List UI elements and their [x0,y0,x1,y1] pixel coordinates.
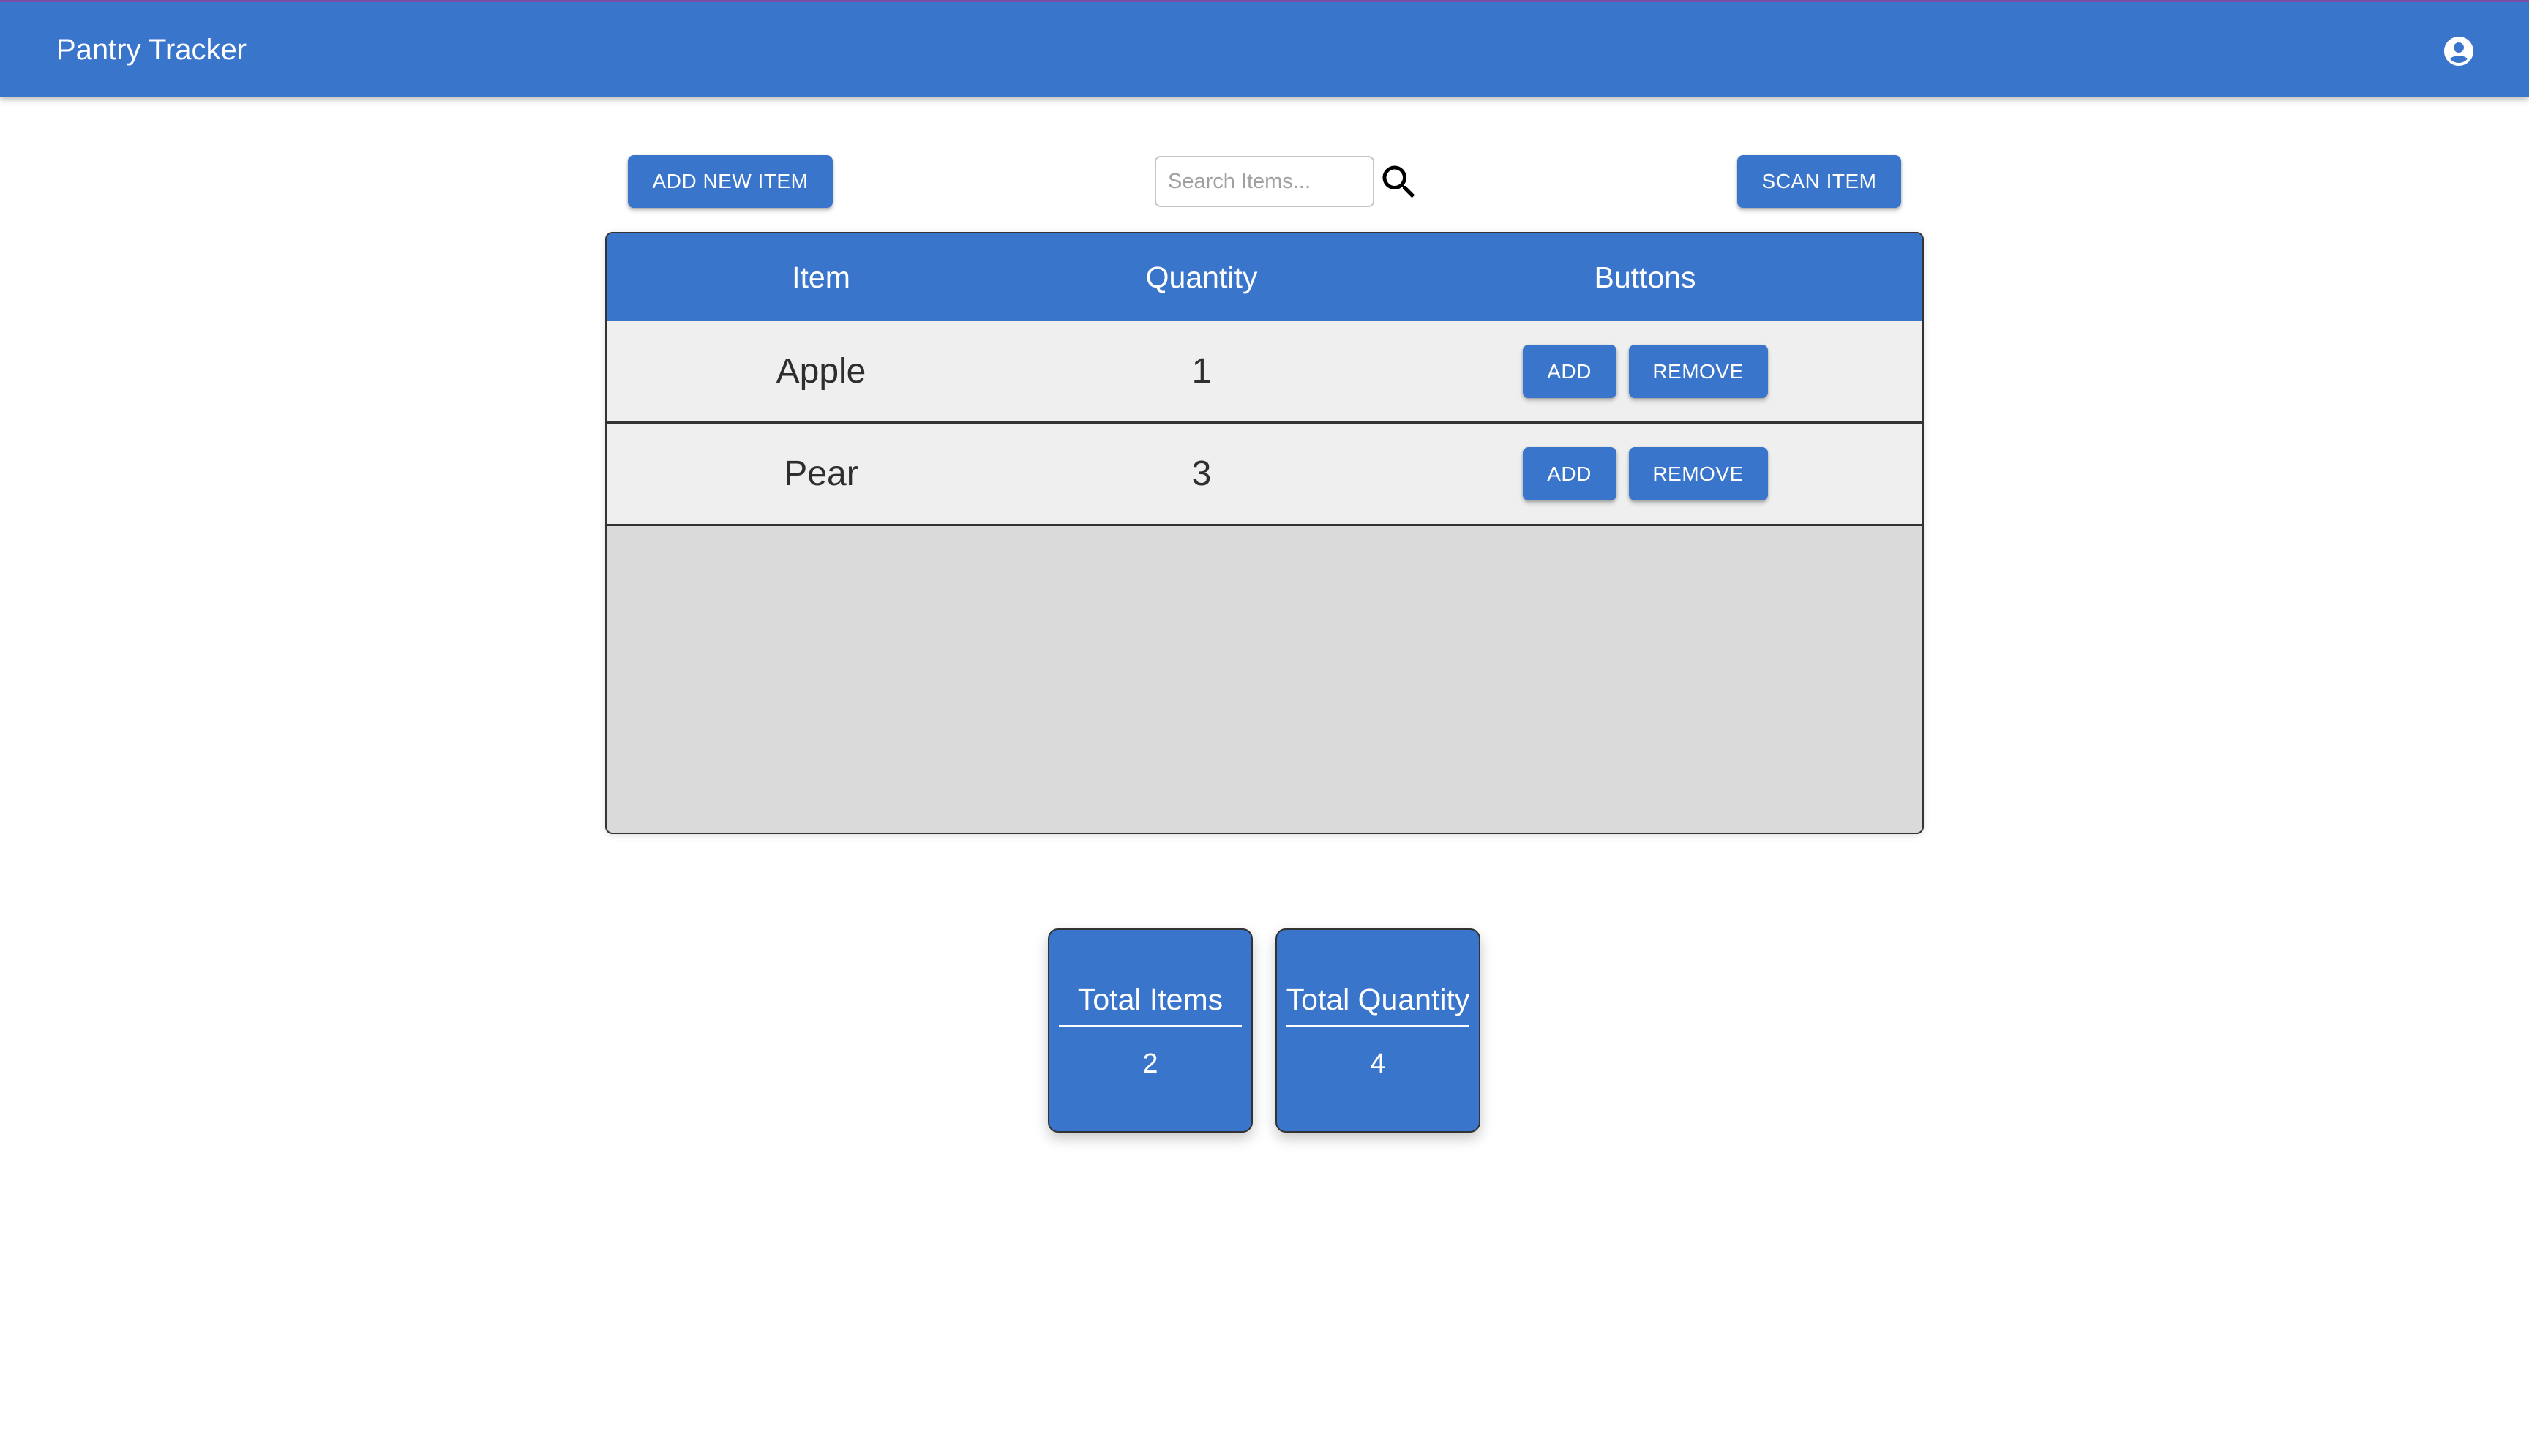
column-header-item: Item [792,260,850,294]
inventory-table: Item Quantity Buttons Apple 1 ADD REMOVE… [605,232,1924,834]
table-body: Apple 1 ADD REMOVE Pear 3 ADD REMOVE [607,321,1922,526]
total-items-value: 2 [1142,1048,1158,1079]
item-name: Apple [776,352,866,391]
column-header-quantity: Quantity [1145,260,1258,294]
row-actions: ADD REMOVE [1368,424,1922,524]
remove-quantity-button[interactable]: REMOVE [1628,447,1768,500]
search-icon [1382,165,1415,198]
card-divider [1059,1025,1242,1027]
column-header-buttons: Buttons [1594,260,1696,294]
account-button[interactable] [2440,32,2478,70]
table-row: Pear 3 ADD REMOVE [607,424,1922,526]
search-input[interactable] [1155,156,1374,207]
add-quantity-button[interactable]: ADD [1522,447,1616,500]
remove-quantity-button[interactable]: REMOVE [1628,345,1768,398]
app-title: Pantry Tracker [56,34,247,66]
search-button[interactable] [1377,160,1421,204]
total-items-card: Total Items 2 [1048,928,1253,1133]
row-actions: ADD REMOVE [1368,321,1922,421]
add-quantity-button[interactable]: ADD [1522,345,1616,398]
total-quantity-value: 4 [1370,1048,1386,1079]
total-items-label: Total Items [1077,983,1224,1016]
item-name: Pear [784,454,858,493]
add-new-item-button[interactable]: ADD NEW ITEM [628,155,833,208]
table-header: Item Quantity Buttons [607,233,1922,321]
total-quantity-card: Total Quantity 4 [1275,928,1480,1133]
app-bar: Pantry Tracker [0,0,2529,97]
account-circle-icon [2444,37,2473,66]
scan-item-button[interactable]: SCAN ITEM [1737,155,1901,208]
table-row: Apple 1 ADD REMOVE [607,321,1922,424]
item-quantity: 3 [1191,454,1212,493]
total-quantity-label: Total Quantity [1286,983,1470,1016]
item-quantity: 1 [1191,352,1212,391]
card-divider [1286,1025,1469,1027]
